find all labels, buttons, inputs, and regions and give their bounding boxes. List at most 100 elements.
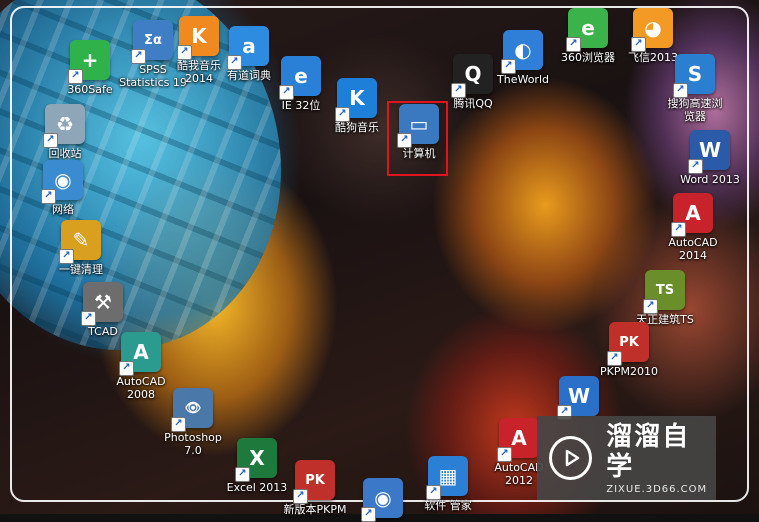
fetion-icon: ◕ ↗ bbox=[631, 8, 673, 52]
desktop-icon-label: 一键清理 bbox=[59, 263, 103, 276]
watermark-title: 溜溜自学 bbox=[606, 421, 691, 482]
kugou-icon: K ↗ bbox=[335, 78, 377, 122]
shortcut-arrow-icon: ↗ bbox=[631, 37, 646, 52]
tile-app-icon: ▦ ↗ bbox=[426, 456, 468, 500]
shortcut-arrow-icon: ↗ bbox=[279, 85, 294, 100]
photoshop-glyph: 👁 bbox=[184, 400, 202, 416]
watermark-badge: 溜溜自学 ZIXUE.3D66.COM bbox=[537, 416, 716, 500]
ie-glyph: e bbox=[294, 64, 308, 88]
shortcut-arrow-icon: ↗ bbox=[671, 222, 686, 237]
autocad-2012-glyph: A bbox=[511, 426, 527, 450]
desktop-icon-label: 新版本PKPM bbox=[283, 503, 347, 516]
shortcut-arrow-icon: ↗ bbox=[426, 485, 441, 500]
desktop-icon-label: 网络 bbox=[52, 203, 74, 216]
desktop-icon-sogou[interactable]: S ↗ 搜狗高速浏 览器 bbox=[652, 54, 738, 123]
desktop-icon-recycle-bin[interactable]: ♻ ↗ 回收站 bbox=[22, 104, 108, 160]
wps-icon: W ↗ bbox=[557, 376, 599, 420]
desktop-icon-pkpm2010[interactable]: PK ↗ PKPM2010 bbox=[586, 322, 672, 378]
theworld-icon: ◐ ↗ bbox=[501, 30, 543, 74]
excel-glyph: X bbox=[249, 446, 265, 470]
shortcut-arrow-icon: ↗ bbox=[497, 447, 512, 462]
recycle-bin-icon: ♻ ↗ bbox=[43, 104, 85, 148]
youdao-glyph: a bbox=[242, 34, 256, 58]
desktop-icon-label: 360浏览器 bbox=[561, 51, 615, 64]
shortcut-arrow-icon: ↗ bbox=[293, 489, 308, 504]
desktop-icon-tcad[interactable]: ⚒ ↗ TCAD bbox=[60, 282, 146, 338]
shortcut-arrow-icon: ↗ bbox=[227, 55, 242, 70]
360browser-icon: e ↗ bbox=[566, 8, 608, 52]
tile-app-glyph: ▦ bbox=[438, 464, 458, 488]
desktop-icon-label: 360Safe bbox=[67, 83, 113, 96]
network-icon: ◉ ↗ bbox=[41, 160, 83, 204]
autocad-2014-icon: A ↗ bbox=[671, 193, 713, 237]
pkpm2010-icon: PK ↗ bbox=[607, 322, 649, 366]
network-glyph: ◉ bbox=[54, 168, 72, 192]
desktop-icon-label: 酷狗音乐 bbox=[335, 121, 379, 134]
fetion-glyph: ◕ bbox=[644, 16, 662, 40]
kugou-music-2014-glyph: K bbox=[191, 24, 207, 48]
desktop-icon-label: Word 2013 bbox=[680, 173, 740, 186]
shortcut-arrow-icon: ↗ bbox=[68, 69, 83, 84]
kugou-glyph: K bbox=[349, 86, 365, 110]
desktop-icon-label: AutoCAD 2014 bbox=[668, 236, 718, 262]
desktop-icon-label: TheWorld bbox=[497, 73, 549, 86]
shortcut-arrow-icon: ↗ bbox=[451, 83, 466, 98]
desktop-icon-wps[interactable]: W ↗ bbox=[536, 376, 622, 420]
shortcut-arrow-icon: ↗ bbox=[131, 49, 146, 64]
tianzheng-icon: TS ↗ bbox=[643, 270, 685, 314]
play-logo-icon bbox=[549, 436, 593, 480]
one-key-clean-glyph: ✎ bbox=[72, 228, 90, 252]
photoshop-icon: 👁 ↗ bbox=[171, 388, 213, 432]
tianzheng-glyph: TS bbox=[655, 282, 675, 298]
tcad-glyph: ⚒ bbox=[94, 290, 112, 314]
autocad-2012-icon: A ↗ bbox=[497, 418, 539, 462]
shortcut-arrow-icon: ↗ bbox=[81, 311, 96, 326]
desktop-icon-tianzheng[interactable]: TS ↗ 天正建筑TS bbox=[622, 270, 708, 326]
shortcut-arrow-icon: ↗ bbox=[673, 83, 688, 98]
desktop-icon-label: 软件 管家 bbox=[424, 499, 472, 512]
shortcut-arrow-icon: ↗ bbox=[335, 107, 350, 122]
360safe-icon: + ↗ bbox=[68, 40, 110, 84]
desktop-icon-one-key-clean[interactable]: ✎ ↗ 一键清理 bbox=[38, 220, 124, 276]
globe-glyph: ◉ bbox=[374, 486, 392, 510]
shortcut-arrow-icon: ↗ bbox=[501, 59, 516, 74]
autocad-2014-glyph: A bbox=[685, 201, 701, 225]
word-glyph: W bbox=[698, 138, 722, 162]
sogou-icon: S ↗ bbox=[673, 54, 715, 98]
desktop-icon-word[interactable]: W ↗ Word 2013 bbox=[667, 130, 753, 186]
wps-glyph: W bbox=[567, 384, 591, 408]
shortcut-arrow-icon: ↗ bbox=[171, 417, 186, 432]
desktop-icon-label: 搜狗高速浏 览器 bbox=[667, 97, 723, 123]
desktop-icon-network[interactable]: ◉ ↗ 网络 bbox=[20, 160, 106, 216]
word-icon: W ↗ bbox=[688, 130, 730, 174]
shortcut-arrow-icon: ↗ bbox=[643, 299, 658, 314]
shortcut-arrow-icon: ↗ bbox=[361, 507, 376, 522]
shortcut-arrow-icon: ↗ bbox=[59, 249, 74, 264]
desktop-icon-autocad-2014[interactable]: A ↗ AutoCAD 2014 bbox=[650, 193, 736, 262]
desktop-icon-label: 回收站 bbox=[48, 147, 82, 160]
excel-icon: X ↗ bbox=[235, 438, 277, 482]
tcad-icon: ⚒ ↗ bbox=[81, 282, 123, 326]
one-key-clean-icon: ✎ ↗ bbox=[59, 220, 101, 264]
autocad-2008-icon: A ↗ bbox=[119, 332, 161, 376]
shortcut-arrow-icon: ↗ bbox=[235, 467, 250, 482]
autocad-2008-glyph: A bbox=[133, 340, 149, 364]
shortcut-arrow-icon: ↗ bbox=[607, 351, 622, 366]
desktop-icon-label: 腾讯QQ bbox=[453, 97, 493, 110]
pkpm2010-glyph: PK bbox=[619, 334, 639, 350]
theworld-glyph: ◐ bbox=[514, 38, 532, 62]
globe-icon: ◉ ↗ bbox=[361, 478, 403, 522]
sogou-glyph: S bbox=[687, 62, 703, 86]
360browser-glyph: e bbox=[581, 16, 595, 40]
recycle-bin-glyph: ♻ bbox=[56, 112, 74, 136]
shortcut-arrow-icon: ↗ bbox=[41, 189, 56, 204]
qq-glyph: Q bbox=[464, 62, 482, 86]
360safe-glyph: + bbox=[81, 48, 99, 72]
pkpm-new-glyph: PK bbox=[305, 472, 325, 488]
shortcut-arrow-icon: ↗ bbox=[688, 159, 703, 174]
selection-highlight-box bbox=[387, 101, 448, 176]
shortcut-arrow-icon: ↗ bbox=[177, 45, 192, 60]
pkpm-new-icon: PK ↗ bbox=[293, 460, 335, 504]
shortcut-arrow-icon: ↗ bbox=[566, 37, 581, 52]
watermark-url: ZIXUE.3D66.COM bbox=[606, 483, 708, 495]
